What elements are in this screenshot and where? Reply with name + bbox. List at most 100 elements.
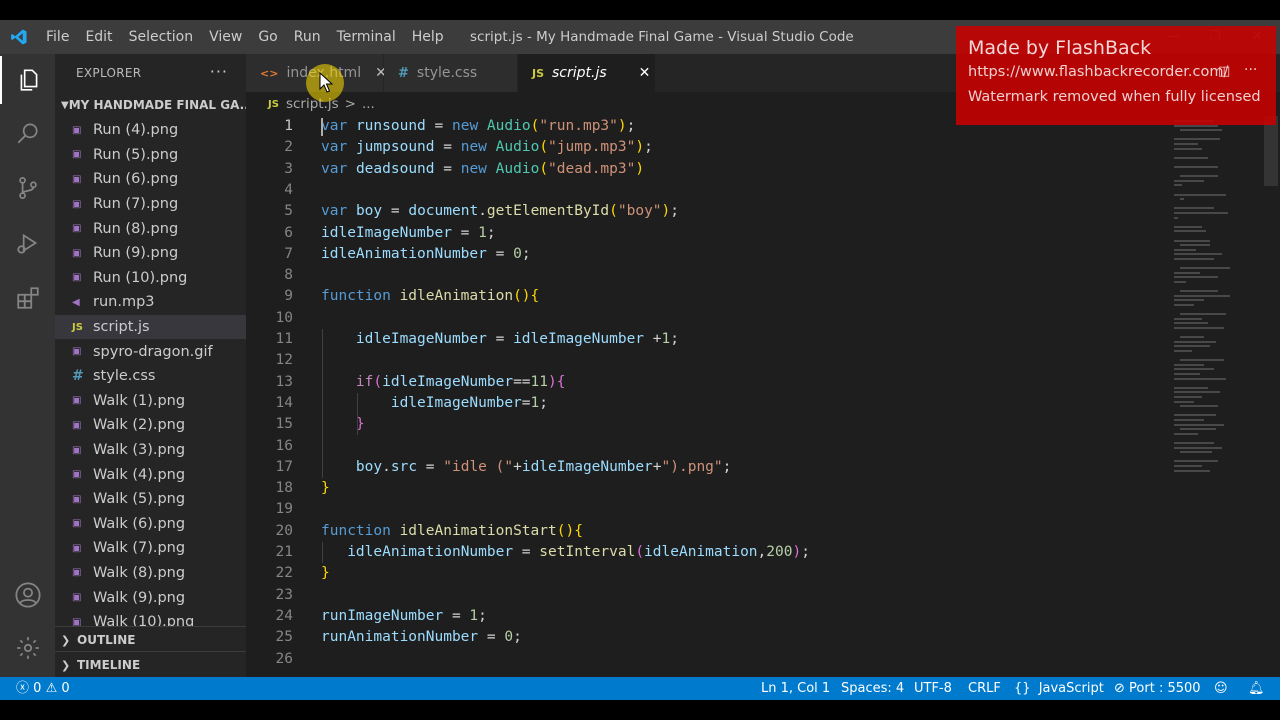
code-line[interactable]: 18} <box>246 478 1166 499</box>
source-control-icon[interactable] <box>0 164 55 212</box>
text-cursor <box>321 118 323 136</box>
vertical-scrollbar[interactable] <box>1264 116 1278 186</box>
close-icon[interactable]: ✕ <box>639 65 651 81</box>
code-line[interactable]: 14 idleImageNumber=1; <box>246 393 1166 414</box>
minimap[interactable] <box>1166 116 1266 516</box>
line-number: 25 <box>275 629 293 646</box>
menu-run[interactable]: Run <box>286 20 329 54</box>
code-line[interactable]: 7 idleAnimationNumber = 0; <box>246 244 1166 265</box>
watermark-note: Watermark removed when fully licensed <box>968 89 1261 105</box>
minimap-line <box>1174 184 1182 187</box>
image-file-icon: ▣ <box>72 395 82 407</box>
file-name: Walk (8).png <box>93 564 186 581</box>
project-folder-header[interactable]: ▼ MY HANDMADE FINAL GA... <box>55 92 246 118</box>
cursor-position[interactable]: Ln 1, Col 1 <box>761 677 830 700</box>
menu-help[interactable]: Help <box>404 20 452 54</box>
tab-script-js[interactable]: JS script.js ✕ <box>518 54 656 92</box>
file-item[interactable]: ▣ Walk (5).png <box>55 487 246 512</box>
file-item[interactable]: ▣ spyro-dragon.gif <box>55 339 246 364</box>
code-text: var deadsound = new Audio("dead.mp3") <box>321 160 645 177</box>
minimap-line <box>1174 386 1208 389</box>
menu-terminal[interactable]: Terminal <box>329 20 404 54</box>
code-line[interactable]: 26 <box>246 649 1166 670</box>
code-line[interactable]: 6 idleImageNumber = 1; <box>246 223 1166 244</box>
line-number: 23 <box>275 586 293 603</box>
code-line[interactable]: 3 var deadsound = new Audio("dead.mp3") <box>246 159 1166 180</box>
explorer-icon[interactable] <box>0 56 55 104</box>
code-line[interactable]: 24 runImageNumber = 1; <box>246 606 1166 627</box>
code-line[interactable]: 21 idleAnimationNumber = setInterval(idl… <box>246 542 1166 563</box>
line-number: 16 <box>275 437 293 454</box>
menu-edit[interactable]: Edit <box>77 20 120 54</box>
file-item[interactable]: ▣ Walk (9).png <box>55 585 246 610</box>
file-item[interactable]: ▣ Walk (8).png <box>55 561 246 586</box>
file-item[interactable]: ▣ Run (8).png <box>55 216 246 241</box>
code-line[interactable]: 17 boy.src = "idle ("+idleImageNumber+")… <box>246 457 1166 478</box>
project-folder-name: MY HANDMADE FINAL GA... <box>68 98 246 112</box>
tab-style-css[interactable]: # style.css <box>384 54 518 92</box>
code-line[interactable]: 15 } <box>246 414 1166 435</box>
code-line[interactable]: 2 var jumpsound = new Audio("jump.mp3"); <box>246 137 1166 158</box>
image-file-icon: ▣ <box>72 198 82 210</box>
menu-go[interactable]: Go <box>250 20 285 54</box>
file-name: spyro-dragon.gif <box>93 343 213 360</box>
notifications-bell-icon[interactable]: 🔔︎ <box>1248 677 1265 700</box>
breadcrumb-symbol[interactable]: ... <box>362 96 375 112</box>
port-label: Port : 5500 <box>1129 681 1201 696</box>
code-line[interactable]: 22} <box>246 563 1166 584</box>
account-icon[interactable] <box>0 571 55 619</box>
run-debug-icon[interactable] <box>0 219 55 267</box>
code-line[interactable]: 13 if(idleImageNumber==11){ <box>246 372 1166 393</box>
more-actions-icon[interactable]: ··· <box>210 62 228 81</box>
line-ending[interactable]: CRLF <box>968 677 1001 700</box>
timeline-section[interactable]: ❯ TIMELINE <box>55 652 246 678</box>
code-line[interactable]: 8 <box>246 265 1166 286</box>
code-line[interactable]: 16 <box>246 436 1166 457</box>
file-item[interactable]: ▣ Run (4).png <box>55 118 246 143</box>
code-editor[interactable]: 1 var runsound = new Audio("run.mp3"); 2 va… <box>246 116 1280 677</box>
file-name: Run (7).png <box>93 196 179 213</box>
encoding[interactable]: UTF-8 <box>914 677 952 700</box>
file-item[interactable]: ▣ Walk (2).png <box>55 413 246 438</box>
menu-view[interactable]: View <box>201 20 250 54</box>
language-mode[interactable]: {} JavaScript <box>1014 677 1104 700</box>
gear-icon[interactable] <box>0 624 55 672</box>
timeline-label: TIMELINE <box>77 658 141 672</box>
file-item[interactable]: ▣ Run (5).png <box>55 143 246 168</box>
file-item[interactable]: ▣ Walk (1).png <box>55 389 246 414</box>
file-item[interactable]: # style.css <box>55 364 246 389</box>
warning-icon: ⚠ <box>45 681 58 696</box>
file-item[interactable]: ▣ Walk (7).png <box>55 536 246 561</box>
outline-section[interactable]: ❯ OUTLINE <box>55 627 246 653</box>
file-name: Run (6).png <box>93 171 179 188</box>
menu-selection[interactable]: Selection <box>121 20 202 54</box>
file-item[interactable]: ▣ Run (6).png <box>55 167 246 192</box>
file-item[interactable]: JS script.js <box>55 314 246 340</box>
file-item[interactable]: ▣ Run (7).png <box>55 192 246 217</box>
live-server-port[interactable]: ⊘ Port : 5500 <box>1114 677 1201 700</box>
feedback-icon[interactable]: ☺ <box>1214 677 1228 700</box>
code-line[interactable]: 5 var boy = document.getElementById("boy"… <box>246 201 1166 222</box>
code-line[interactable]: 10 <box>246 308 1166 329</box>
code-line[interactable]: 23 <box>246 585 1166 606</box>
indentation[interactable]: Spaces: 4 <box>841 677 904 700</box>
file-item[interactable]: ▣ Walk (3).png <box>55 438 246 463</box>
extensions-icon[interactable] <box>0 274 55 322</box>
code-line[interactable]: 12 <box>246 350 1166 371</box>
code-line[interactable]: 19 <box>246 499 1166 520</box>
file-item[interactable]: ◀ run.mp3 <box>55 290 246 315</box>
code-line[interactable]: 4 <box>246 180 1166 201</box>
file-item[interactable]: ▣ Run (10).png <box>55 266 246 291</box>
menu-file[interactable]: File <box>38 20 77 54</box>
search-icon[interactable] <box>0 109 55 157</box>
file-item[interactable]: ▣ Run (9).png <box>55 241 246 266</box>
file-item[interactable]: ▣ Walk (6).png <box>55 512 246 537</box>
code-line[interactable]: 25 runAnimationNumber = 0; <box>246 627 1166 648</box>
code-line[interactable]: 9 function idleAnimation(){ <box>246 286 1166 307</box>
breadcrumb-separator: > <box>344 96 356 112</box>
file-item[interactable]: ▣ Walk (4).png <box>55 462 246 487</box>
code-line[interactable]: 11 idleImageNumber = idleImageNumber +1; <box>246 329 1166 350</box>
problems-indicator[interactable]: ⓧ 0 ⚠ 0 <box>16 677 70 700</box>
code-line[interactable]: 20 function idleAnimationStart(){ <box>246 521 1166 542</box>
file-item[interactable]: ▣ Walk (10).png <box>55 610 246 626</box>
